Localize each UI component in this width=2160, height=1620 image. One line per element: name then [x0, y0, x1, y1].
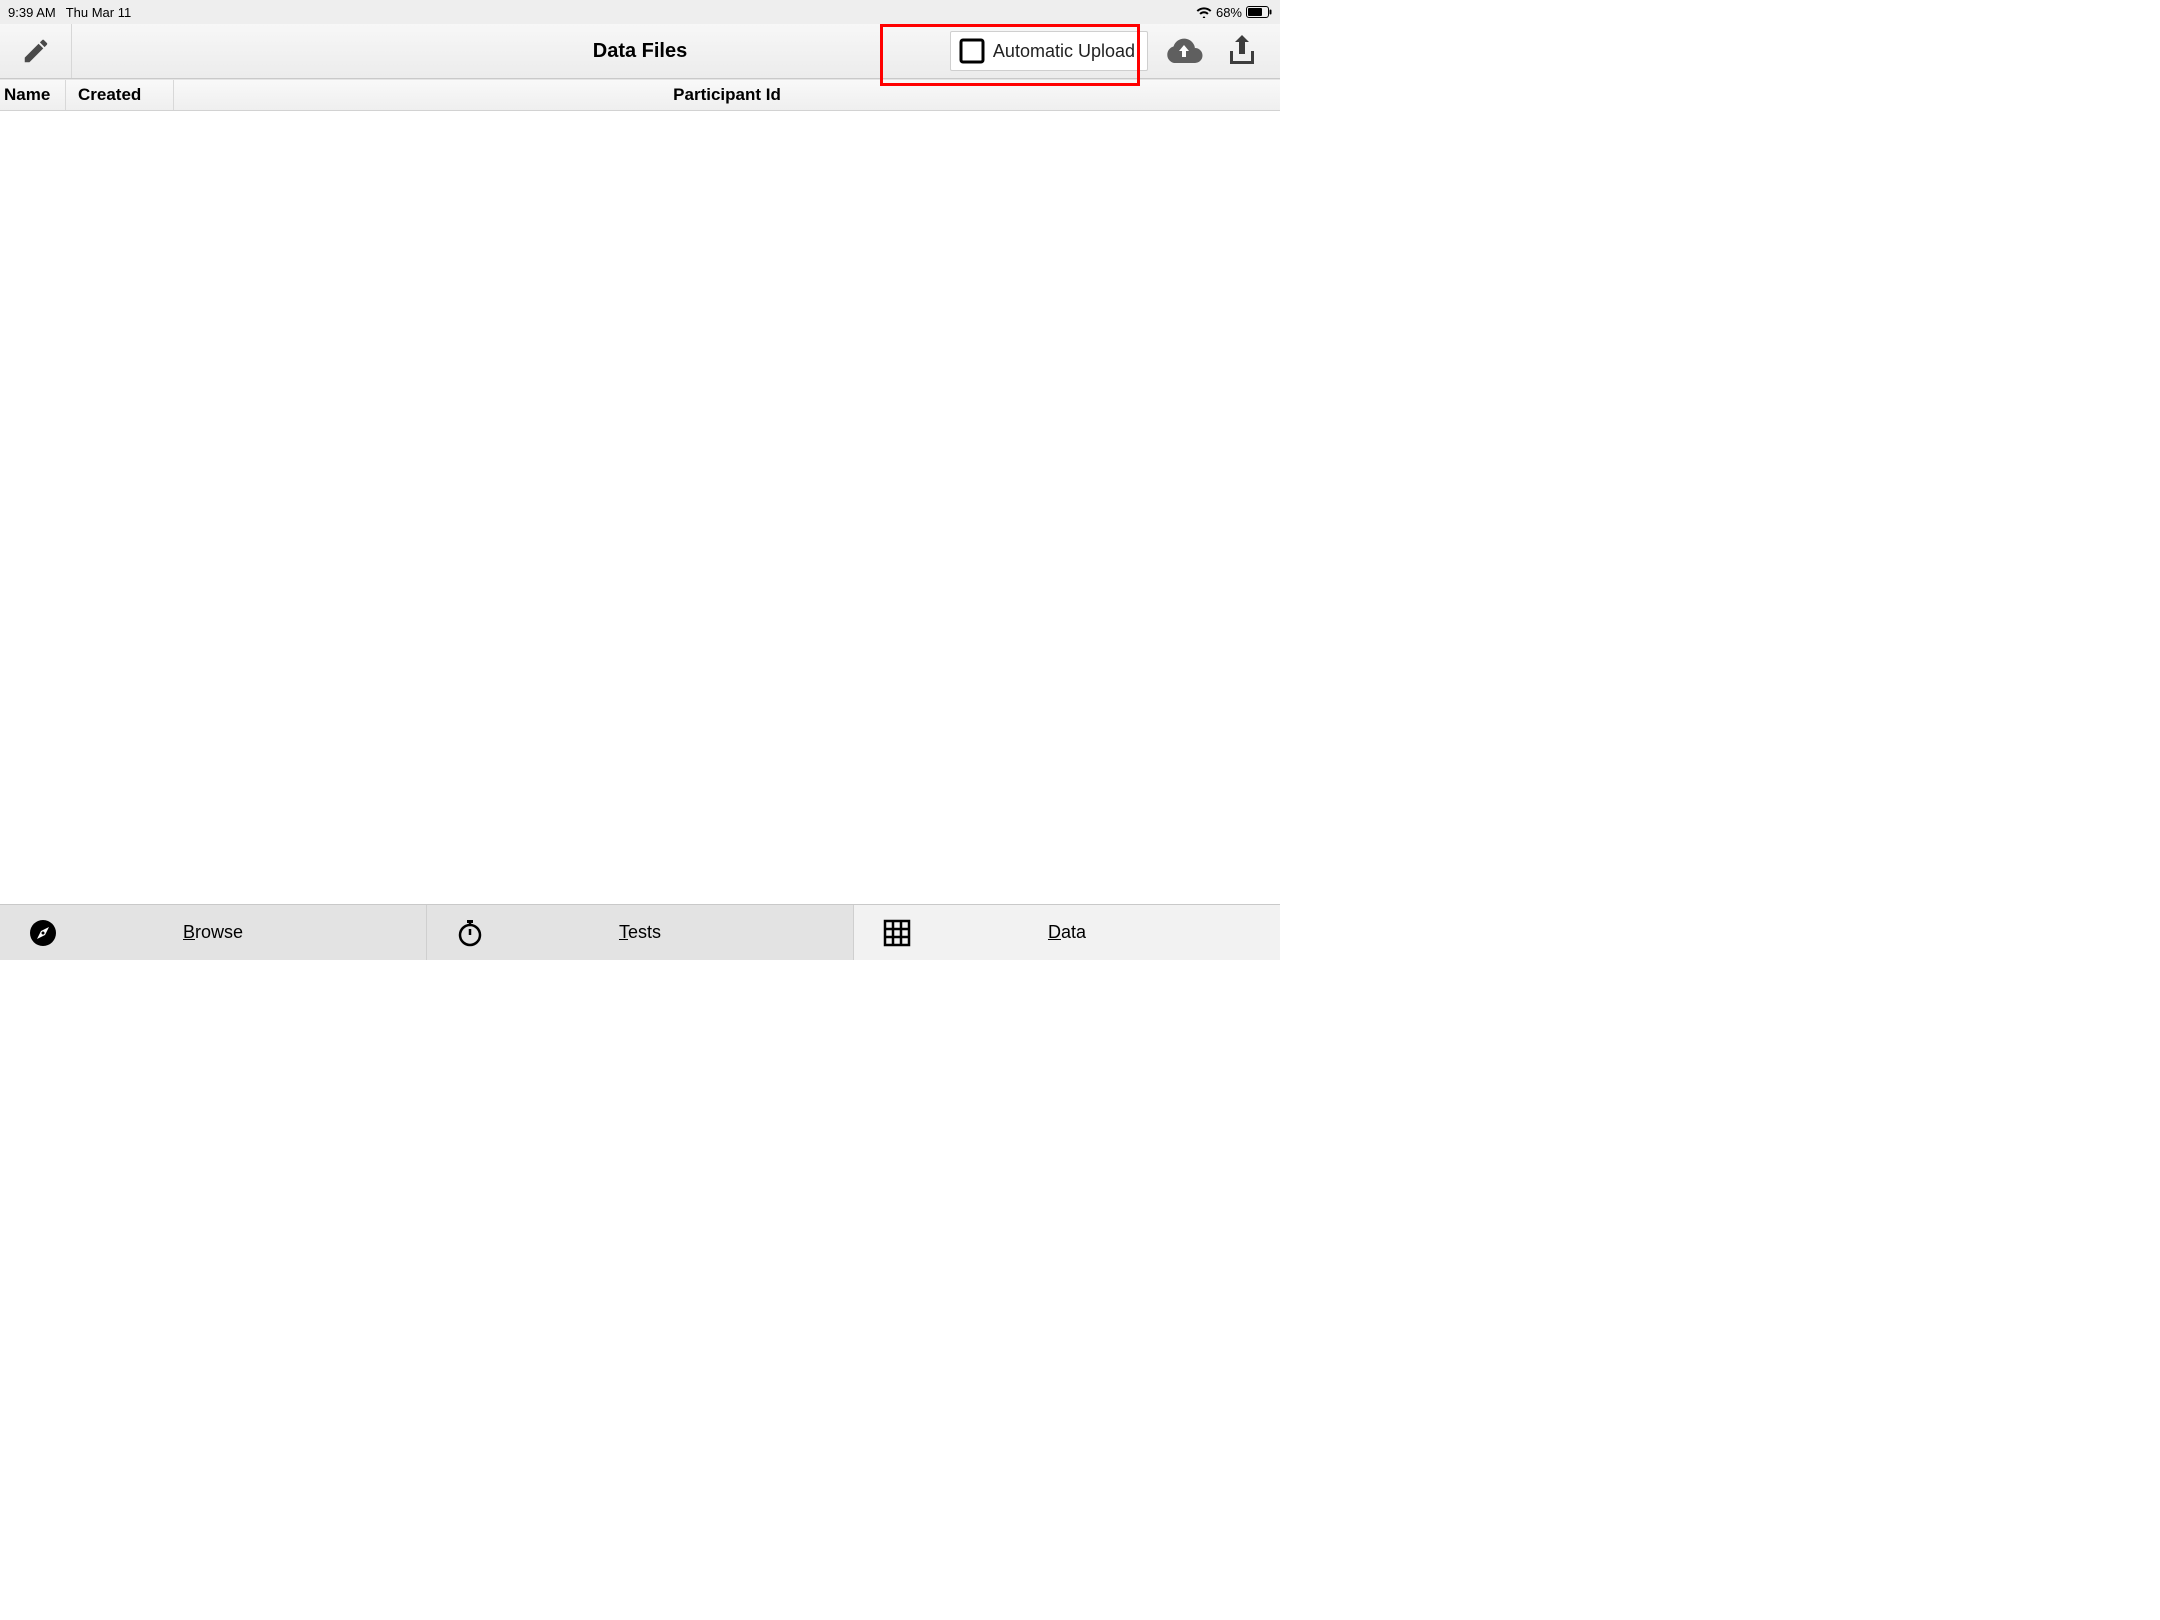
share-button[interactable]	[1220, 29, 1264, 73]
column-header-participant[interactable]: Participant Id	[174, 85, 1280, 105]
tab-bar: Browse Tests Data	[0, 904, 1280, 960]
checkbox-unchecked-icon	[959, 38, 985, 64]
toolbar: Data Files Automatic Upload	[0, 24, 1280, 79]
pencil-icon	[21, 36, 51, 66]
stopwatch-icon	[455, 918, 485, 948]
automatic-upload-toggle[interactable]: Automatic Upload	[950, 31, 1148, 71]
tab-tests-label: Tests	[619, 922, 661, 943]
tab-data-label: Data	[1048, 922, 1086, 943]
status-bar: 9:39 AM Thu Mar 11 68%	[0, 0, 1280, 24]
share-icon	[1225, 33, 1259, 69]
cloud-upload-icon	[1164, 36, 1204, 66]
grid-icon	[882, 918, 912, 948]
battery-percent: 68%	[1216, 5, 1242, 20]
battery-icon	[1246, 6, 1272, 18]
table-header: Name Created Participant Id	[0, 79, 1280, 111]
tab-tests[interactable]: Tests	[427, 905, 854, 960]
data-list-empty	[0, 111, 1280, 904]
tab-browse[interactable]: Browse	[0, 905, 427, 960]
column-header-created[interactable]: Created	[66, 80, 174, 110]
edit-button[interactable]	[0, 24, 72, 78]
status-time: 9:39 AM	[8, 5, 56, 20]
column-header-name[interactable]: Name	[0, 80, 66, 110]
wifi-icon	[1196, 6, 1212, 18]
compass-icon	[28, 918, 58, 948]
tab-browse-label: Browse	[183, 922, 243, 943]
cloud-upload-button[interactable]	[1162, 29, 1206, 73]
status-date: Thu Mar 11	[66, 5, 132, 20]
tab-data[interactable]: Data	[854, 905, 1280, 960]
automatic-upload-label: Automatic Upload	[993, 41, 1135, 62]
